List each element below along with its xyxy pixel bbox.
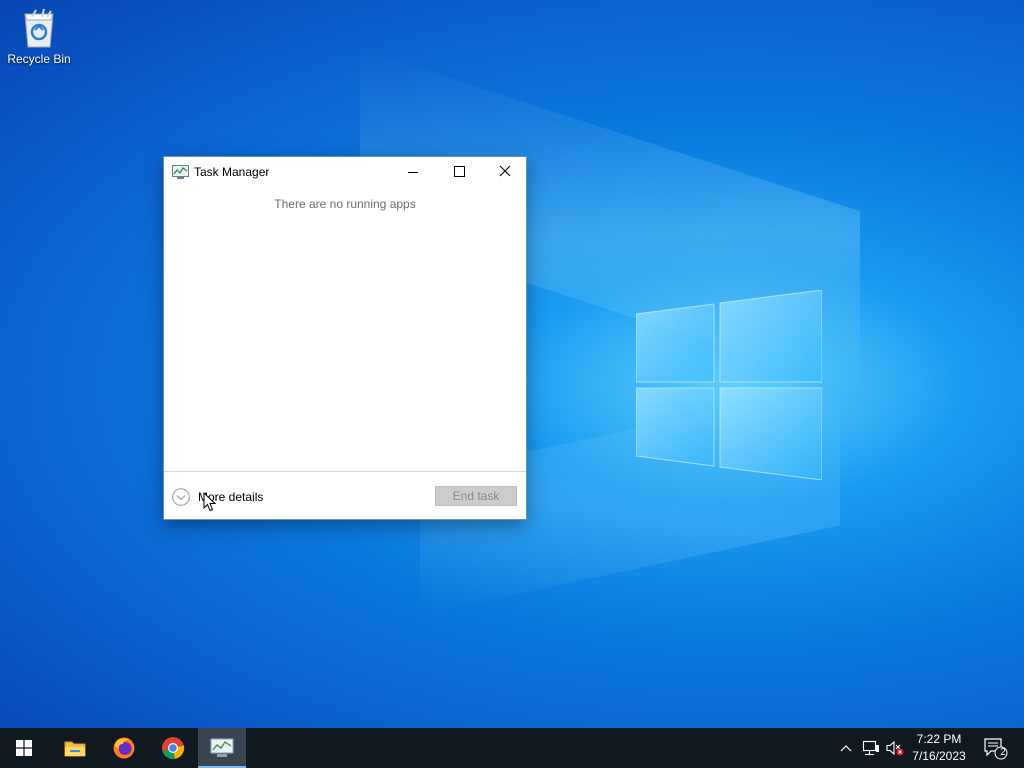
maximize-icon [454,166,465,177]
recycle-bin-icon [22,8,56,48]
windows-logo-wallpaper [636,290,822,480]
empty-apps-message: There are no running apps [274,197,416,211]
chrome-icon [162,737,185,759]
maximize-button[interactable] [436,157,482,187]
desktop-icon-recycle-bin[interactable]: Recycle Bin [6,8,72,78]
firefox-icon [113,737,135,759]
end-task-button[interactable]: End task [435,486,517,506]
minimize-icon [408,172,418,173]
window-title: Task Manager [194,165,270,179]
taskbar: 7:22 PM 7/16/2023 2 [0,728,1024,768]
notification-count: 2 [1000,747,1006,758]
close-icon [499,165,511,177]
file-explorer-icon [64,741,86,757]
windows-start-icon [16,740,32,756]
footer-divider [164,471,526,472]
chevron-down-icon [172,488,190,506]
taskbar-chrome[interactable] [149,728,197,768]
volume-button[interactable] [884,728,906,768]
close-button[interactable] [482,157,528,187]
mouse-cursor-icon [203,492,216,512]
network-icon [862,740,879,756]
minimize-button[interactable] [390,157,436,187]
action-center-button[interactable]: 2 [978,728,1012,768]
clock-date: 7/16/2023 [912,749,966,763]
start-button[interactable] [0,728,48,768]
task-manager-icon [172,165,189,179]
title-bar[interactable]: Task Manager [164,157,526,187]
clock-time: 7:22 PM [916,732,962,746]
show-hidden-icons-button[interactable] [836,728,856,768]
more-details-button[interactable]: More details [172,487,263,507]
volume-muted-icon [886,740,904,756]
taskbar-file-explorer[interactable] [51,728,99,768]
recycle-bin-label: Recycle Bin [7,52,71,66]
chevron-up-icon [840,745,852,752]
task-manager-icon [210,738,234,757]
taskbar-task-manager[interactable] [198,728,246,768]
network-button[interactable] [860,728,882,768]
task-manager-window[interactable]: Task Manager There are no running apps M… [163,156,527,520]
clock[interactable]: 7:22 PM 7/16/2023 [904,731,974,765]
taskbar-firefox[interactable] [100,728,148,768]
